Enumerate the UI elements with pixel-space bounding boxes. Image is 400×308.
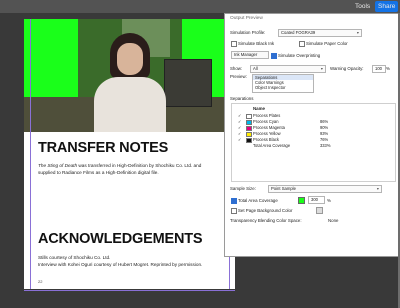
separation-percent: 93% <box>320 131 329 136</box>
transfer-paragraph-line1: The Sting of Death was transferred in Hi… <box>38 163 201 168</box>
separation-name: Process Magenta <box>253 125 285 130</box>
chevron-down-icon: ▾ <box>320 66 323 71</box>
separation-row: Total Area Coverage 333% <box>236 143 366 148</box>
separation-percent: 86% <box>320 119 329 124</box>
separation-row[interactable]: ✓ Process Cyan 86% <box>236 119 366 125</box>
heading-acknowledgements: ACKNOWLEDGEMENTS <box>38 231 203 247</box>
total-area-coverage-label: Total Area Coverage <box>238 198 278 203</box>
separation-name: Process Cyan <box>253 119 279 124</box>
transparency-value: None <box>328 218 339 223</box>
separations-name-header: Name <box>253 106 265 111</box>
simulate-black-ink-label: Simulate Black Ink <box>238 41 275 46</box>
total-area-coverage-input[interactable]: 300 <box>308 196 325 204</box>
preview-label: Preview: <box>230 74 247 79</box>
margin-guide-bottom <box>24 290 235 291</box>
warning-opacity-input[interactable]: 100 <box>372 65 386 73</box>
checkmark-icon: ✓ <box>238 125 242 130</box>
tools-menu[interactable]: Tools <box>352 1 373 12</box>
sample-size-select[interactable]: Point Sample ▾ <box>268 185 382 193</box>
set-page-bg-checkbox[interactable] <box>231 208 237 214</box>
warning-opacity-unit: % <box>386 66 390 71</box>
separation-percent: 76% <box>320 137 329 142</box>
show-select[interactable]: All ▾ <box>250 65 326 73</box>
separation-row[interactable]: ✓ Process Magenta 90% <box>236 125 366 131</box>
dialog-title: Output Preview <box>230 16 263 21</box>
chevron-down-icon: ▾ <box>376 186 379 191</box>
heading-transfer-notes: TRANSFER NOTES <box>38 140 169 156</box>
coverage-color-swatch[interactable] <box>298 197 305 204</box>
simulate-paper-color-label: Simulate Paper Color <box>306 41 348 46</box>
film-title: The Sting of Death <box>38 163 78 168</box>
separation-percent: 333% <box>320 143 331 148</box>
simulate-black-ink-checkbox[interactable] <box>231 41 237 47</box>
separation-name: Process Plates <box>253 113 281 118</box>
total-area-coverage-checkbox[interactable] <box>231 198 237 204</box>
ack-paragraph-line1: Stills courtesy of Shochiku Co. Ltd. <box>38 255 111 260</box>
simulation-profile-value: Coated FOGRA39 <box>281 30 316 35</box>
checkmark-icon: ✓ <box>238 113 242 118</box>
preview-option[interactable]: Object Inspector <box>253 85 313 90</box>
show-label: Show: <box>230 66 243 71</box>
separation-row[interactable]: ✓ Process Black 76% <box>236 137 366 143</box>
simulation-profile-select[interactable]: Coated FOGRA39 ▾ <box>278 29 362 37</box>
top-toolbar: Tools Share <box>0 0 400 13</box>
separation-row[interactable]: ✓ Process Plates <box>236 113 366 119</box>
warning-opacity-label: Warning Opacity: <box>330 66 364 71</box>
separations-label: Separations <box>230 96 254 101</box>
photo-woman-body <box>94 77 166 132</box>
checkmark-icon: ✓ <box>238 131 242 136</box>
photo-woman-face <box>117 43 143 75</box>
checkmark-icon: ✓ <box>238 119 242 124</box>
simulate-overprinting-label: Simulate Overprinting <box>278 53 321 58</box>
share-button[interactable]: Share <box>375 1 399 12</box>
page-bg-color-swatch[interactable] <box>316 207 323 214</box>
checkmark-icon: ✓ <box>238 137 242 142</box>
ack-paragraph-line2: Interview with Kohei Oguri courtesy of H… <box>38 262 203 267</box>
simulate-paper-color-checkbox[interactable] <box>299 41 305 47</box>
sample-size-value: Point Sample <box>271 186 296 191</box>
show-value: All <box>253 66 258 71</box>
still-photo <box>24 19 235 132</box>
separation-name: Process Yellow <box>253 131 281 136</box>
simulation-profile-label: Simulation Profile: <box>230 30 266 35</box>
transfer-paragraph-line2: supplied to Radiance Films as a High-Def… <box>38 170 159 175</box>
separation-percent: 90% <box>320 125 329 130</box>
set-page-bg-label: Set Page Background Color <box>238 208 293 213</box>
separation-name: Process Black <box>253 137 279 142</box>
page-number: 22 <box>38 279 43 284</box>
separation-row[interactable]: ✓ Process Yellow 93% <box>236 131 366 137</box>
simulate-overprinting-checkbox[interactable] <box>271 53 277 59</box>
separation-name: Total Area Coverage <box>253 143 291 148</box>
ink-manager-button[interactable]: Ink Manager <box>231 51 269 59</box>
preview-list[interactable]: Separations Color Warnings Object Inspec… <box>252 74 314 93</box>
transparency-label: Transparency Blending Color Space: <box>230 218 302 223</box>
photo-box <box>164 59 212 107</box>
sample-size-label: Sample Size: <box>230 186 256 191</box>
transfer-text: was transferred in High-Definition by Sh… <box>77 163 202 168</box>
total-area-coverage-unit: % <box>327 198 331 203</box>
margin-guide-left <box>30 19 31 289</box>
chevron-down-icon: ▾ <box>356 30 359 35</box>
